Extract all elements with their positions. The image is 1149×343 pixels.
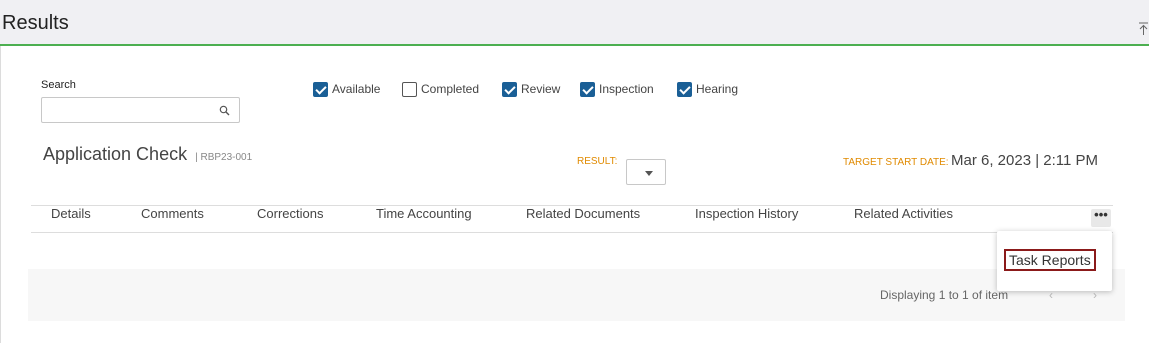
record-title: Application Check | RBP23-001 xyxy=(43,144,252,165)
filter-label: Review xyxy=(521,82,561,96)
filter-available[interactable]: Available xyxy=(313,81,380,97)
tab-related-documents[interactable]: Related Documents xyxy=(526,206,640,221)
more-options-menu: Task Reports xyxy=(997,231,1112,291)
tab-details[interactable]: Details xyxy=(51,206,91,221)
tab-corrections[interactable]: Corrections xyxy=(257,206,323,221)
result-label: RESULT: xyxy=(577,156,618,167)
checkbox-checked-icon[interactable] xyxy=(580,81,595,97)
checkbox-checked-icon[interactable] xyxy=(502,81,517,97)
collapse-icon[interactable] xyxy=(1138,22,1149,36)
search-field[interactable] xyxy=(41,97,240,123)
paging-info: Displaying 1 to 1 of item xyxy=(880,288,1009,302)
target-start-value: Mar 6, 2023 | 2:11 PM xyxy=(951,152,1099,169)
menu-item-task-reports[interactable]: Task Reports xyxy=(1004,249,1096,271)
record-reference: | RBP23-001 xyxy=(195,152,253,163)
checkbox-checked-icon[interactable] xyxy=(677,81,692,97)
filter-label: Hearing xyxy=(696,82,739,96)
filter-completed[interactable]: Completed xyxy=(402,81,479,97)
tab-inspection-history[interactable]: Inspection History xyxy=(695,206,798,221)
filter-inspection[interactable]: Inspection xyxy=(580,81,654,97)
result-dropdown[interactable] xyxy=(626,159,666,185)
checkbox-unchecked-icon[interactable] xyxy=(402,81,417,97)
filter-review[interactable]: Review xyxy=(502,81,560,97)
search-label: Search xyxy=(41,79,76,91)
checkbox-checked-icon[interactable] xyxy=(313,81,328,97)
filter-label: Inspection xyxy=(599,82,654,96)
tab-comments[interactable]: Comments xyxy=(141,206,204,221)
more-options-button[interactable]: ••• xyxy=(1091,208,1111,227)
search-icon[interactable] xyxy=(219,105,230,116)
page-title: Results xyxy=(2,12,69,34)
target-start-label: TARGET START DATE: xyxy=(843,157,949,168)
tab-time-accounting[interactable]: Time Accounting xyxy=(376,206,472,221)
filter-label: Completed xyxy=(421,82,480,96)
filter-label: Available xyxy=(332,82,381,96)
record-title-text: Application Check xyxy=(43,144,188,164)
tab-related-activities[interactable]: Related Activities xyxy=(854,206,953,221)
results-header: Results xyxy=(0,0,1149,46)
search-input[interactable] xyxy=(46,101,218,121)
panel-border xyxy=(0,46,1,343)
filter-hearing[interactable]: Hearing xyxy=(677,81,738,97)
